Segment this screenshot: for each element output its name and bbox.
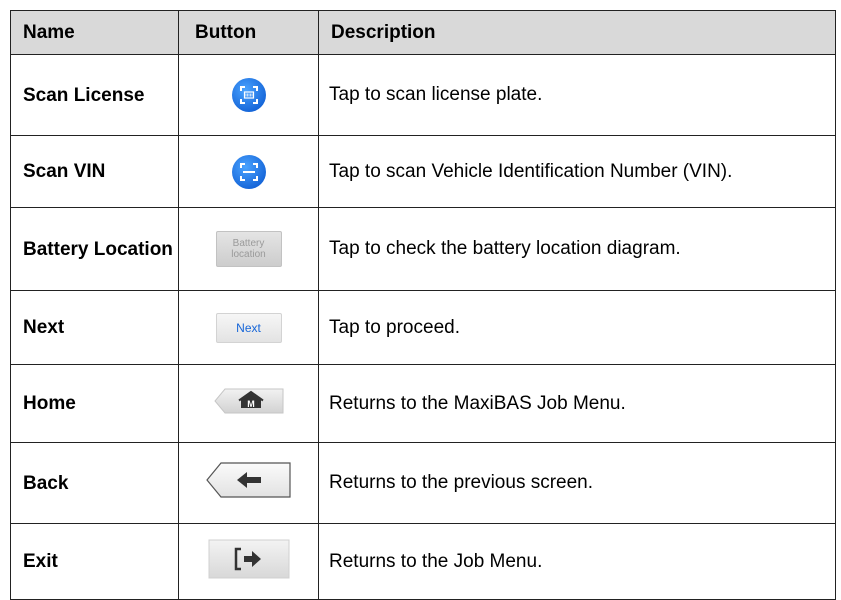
- scan-vin-icon[interactable]: [231, 154, 266, 189]
- exit-icon[interactable]: [208, 539, 290, 585]
- row-description: Returns to the Job Menu.: [318, 523, 836, 600]
- row-button-cell: M: [178, 364, 319, 443]
- table-row: Next Next Tap to proceed.: [10, 290, 836, 365]
- row-name: Scan VIN: [10, 135, 179, 208]
- row-name: Back: [10, 442, 179, 524]
- header-name: Name: [10, 10, 179, 55]
- row-button-cell: [178, 523, 319, 600]
- row-button-cell: [178, 442, 319, 524]
- table-header-row: Name Button Description: [10, 10, 836, 55]
- row-name: Next: [10, 290, 179, 365]
- row-description: Returns to the previous screen.: [318, 442, 836, 524]
- row-name: Exit: [10, 523, 179, 600]
- table-row: Back Returns to the previous screen.: [10, 442, 836, 524]
- table-row: Scan License Tap to scan license plate.: [10, 54, 836, 136]
- row-name: Home: [10, 364, 179, 443]
- battery-location-button[interactable]: Battery location: [215, 231, 282, 267]
- row-description: Returns to the MaxiBAS Job Menu.: [318, 364, 836, 443]
- row-button-cell: [178, 54, 319, 136]
- row-button-cell: Battery location: [178, 207, 319, 291]
- row-description: Tap to proceed.: [318, 290, 836, 365]
- table-row: Exit Returns to the Job Menu.: [10, 523, 836, 600]
- row-description: Tap to check the battery location diagra…: [318, 207, 836, 291]
- home-icon[interactable]: M: [213, 387, 285, 421]
- back-arrow-icon[interactable]: [205, 461, 293, 505]
- table-row: Home M Returns to the MaxiBAS Job Menu.: [10, 364, 836, 443]
- table-row: Scan VIN Tap to scan Vehicle Identificat…: [10, 135, 836, 208]
- header-description: Description: [318, 10, 836, 55]
- next-button[interactable]: Next: [215, 312, 282, 343]
- row-button-cell: [178, 135, 319, 208]
- button-description-table: Name Button Description Scan License Tap…: [10, 10, 836, 600]
- scan-license-icon[interactable]: [231, 78, 266, 112]
- table-row: Battery Location Battery location Tap to…: [10, 207, 836, 291]
- header-button: Button: [178, 10, 319, 55]
- home-icon-letter: M: [247, 399, 255, 409]
- row-name: Battery Location: [10, 207, 179, 291]
- row-description: Tap to scan license plate.: [318, 54, 836, 136]
- row-button-cell: Next: [178, 290, 319, 365]
- row-name: Scan License: [10, 54, 179, 136]
- row-description: Tap to scan Vehicle Identification Numbe…: [318, 135, 836, 208]
